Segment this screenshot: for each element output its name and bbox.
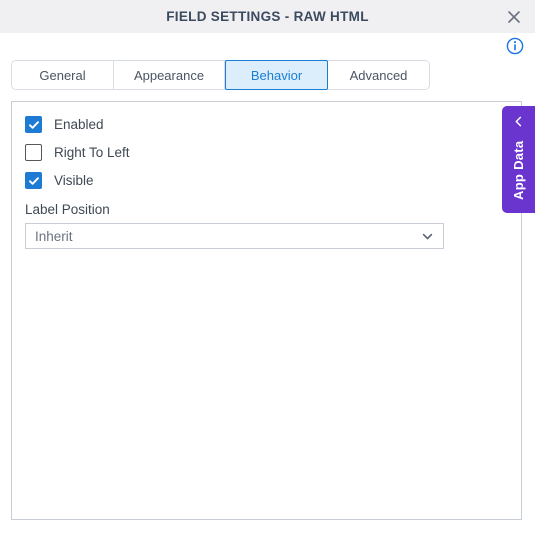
app-data-label: App Data — [511, 140, 526, 201]
label-position-label: Label Position — [25, 202, 110, 217]
tab-behavior[interactable]: Behavior — [225, 60, 328, 90]
info-button[interactable] — [506, 37, 524, 55]
checkbox-visible-label[interactable]: Visible — [54, 173, 94, 188]
label-position-value: Inherit — [35, 228, 73, 244]
checkbox-enabled[interactable] — [25, 116, 42, 133]
check-icon — [28, 120, 39, 129]
check-icon — [28, 176, 39, 185]
field-right-to-left[interactable]: Right To Left — [25, 144, 130, 161]
label-position-select[interactable]: Inherit — [25, 223, 444, 249]
checkbox-right-to-left[interactable] — [25, 144, 42, 161]
chevron-down-icon — [421, 230, 434, 243]
dialog-title: FIELD SETTINGS - RAW HTML — [166, 9, 369, 24]
info-circle-icon — [506, 37, 524, 55]
checkbox-visible[interactable] — [25, 172, 42, 189]
tab-appearance-label: Appearance — [133, 67, 205, 83]
behavior-settings-panel: Enabled Right To Left Visible Label Posi… — [11, 101, 522, 520]
tab-advanced[interactable]: Advanced — [328, 61, 429, 89]
tab-general[interactable]: General — [12, 61, 114, 89]
close-button[interactable] — [503, 6, 525, 28]
checkbox-right-to-left-label[interactable]: Right To Left — [54, 145, 130, 160]
chevron-left-icon — [512, 114, 526, 128]
dialog-title-bar: FIELD SETTINGS - RAW HTML — [0, 0, 535, 33]
tab-general-label: General — [39, 67, 86, 83]
tab-appearance[interactable]: Appearance — [114, 61, 225, 89]
tab-advanced-label: Advanced — [349, 67, 408, 83]
field-enabled[interactable]: Enabled — [25, 116, 104, 133]
settings-tabs: General Appearance Behavior Advanced — [11, 60, 430, 90]
close-icon — [508, 11, 520, 23]
tab-behavior-label: Behavior — [250, 67, 303, 83]
app-data-panel-toggle[interactable]: App Data — [502, 106, 535, 213]
checkbox-enabled-label[interactable]: Enabled — [54, 117, 104, 132]
field-visible[interactable]: Visible — [25, 172, 94, 189]
